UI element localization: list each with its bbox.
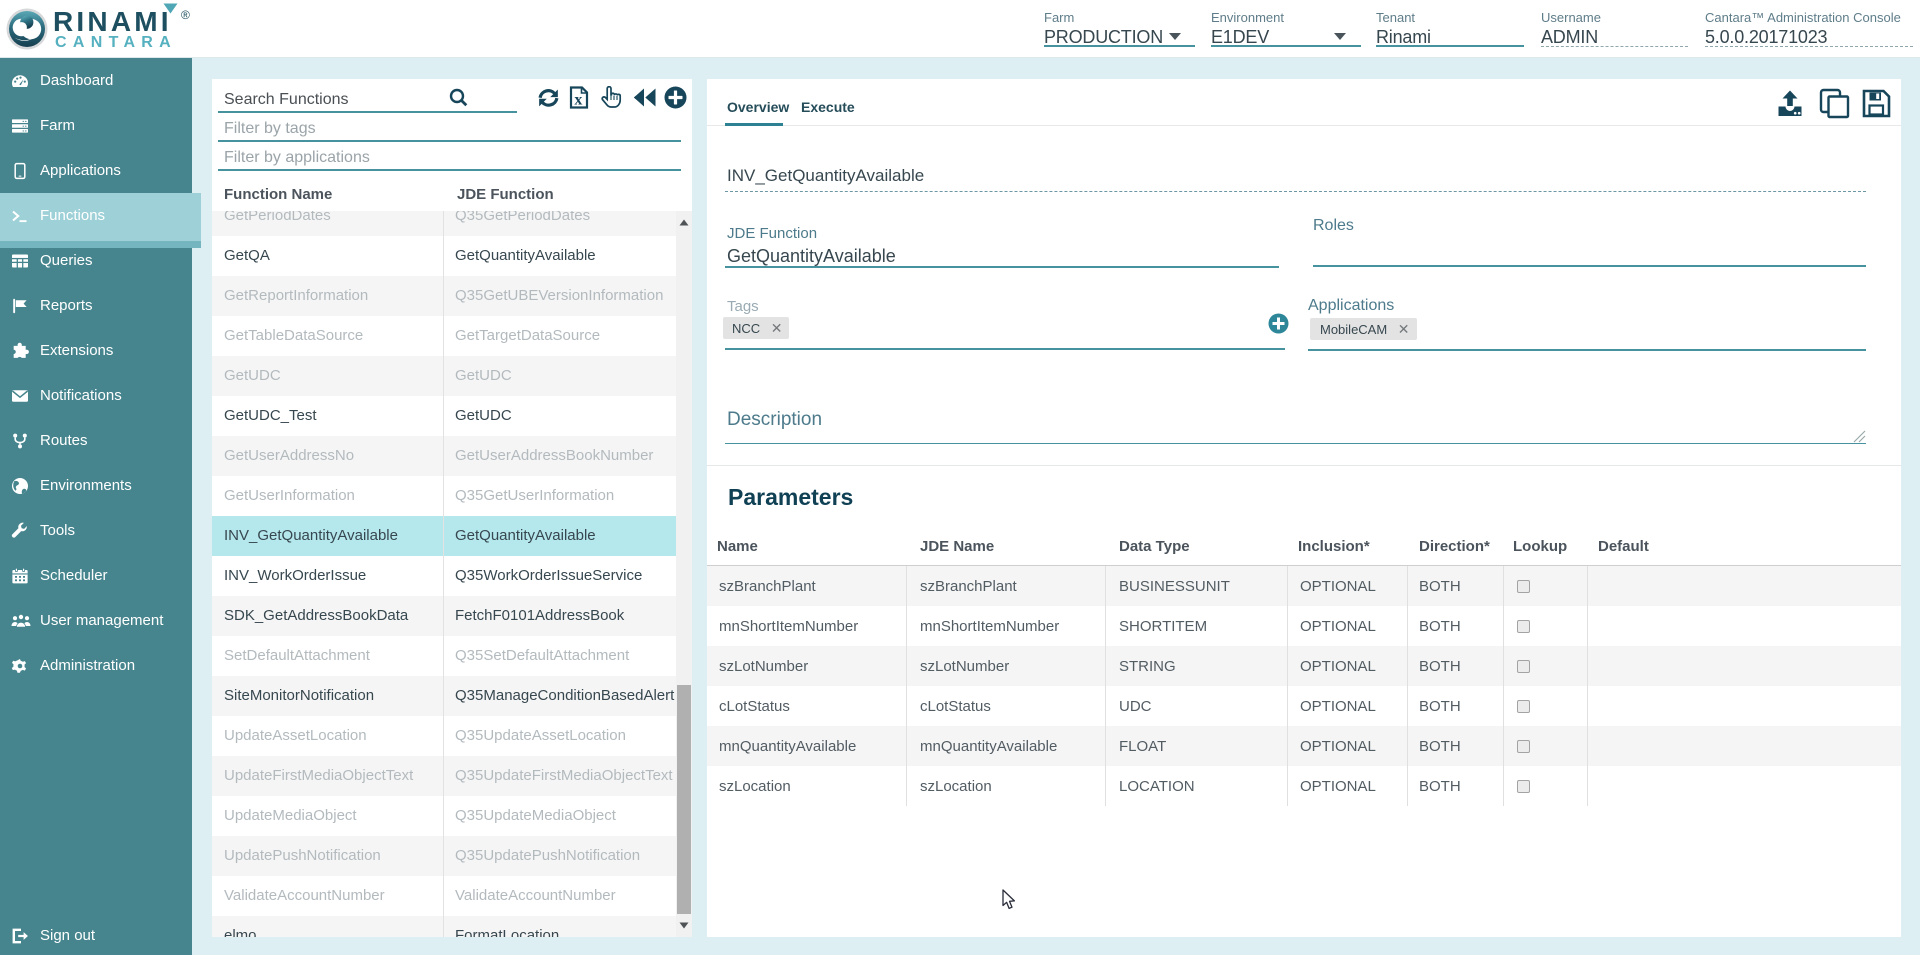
svg-text:x: x (574, 92, 582, 109)
